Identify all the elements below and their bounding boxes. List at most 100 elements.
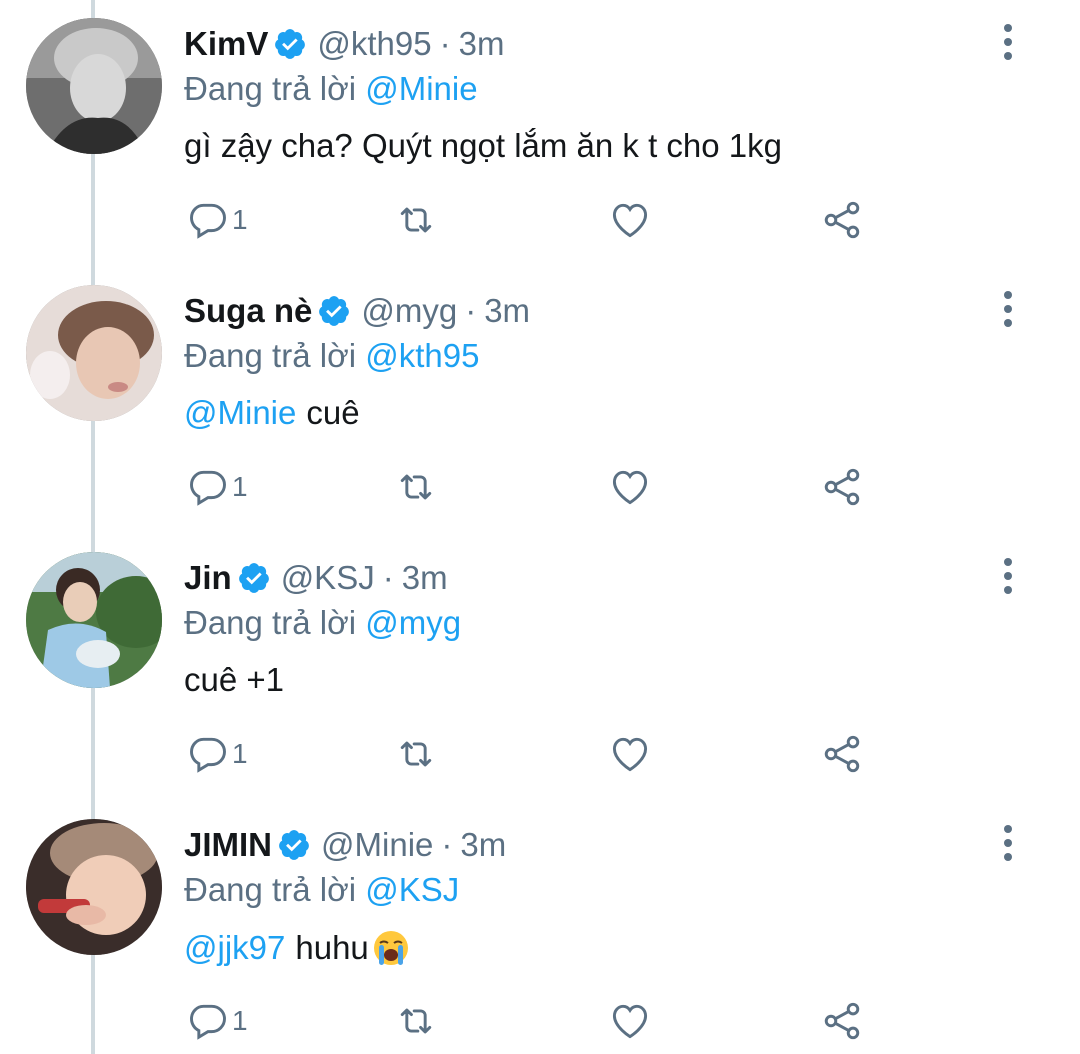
tweet-body-text: cuê +1: [184, 661, 284, 698]
like-button[interactable]: [608, 997, 652, 1045]
share-button[interactable]: [820, 997, 864, 1045]
separator-dot: ·: [441, 826, 453, 863]
replying-to-mention[interactable]: @myg: [365, 604, 461, 641]
replying-to: Đang trả lời @kth95: [184, 337, 479, 375]
reply-icon: [190, 470, 226, 506]
replying-to: Đang trả lời @myg: [184, 604, 461, 642]
replying-to-mention[interactable]: @KSJ: [365, 871, 459, 908]
like-button[interactable]: [608, 730, 652, 778]
share-button[interactable]: [820, 196, 864, 244]
reply-button[interactable]: 1: [186, 997, 248, 1045]
like-button[interactable]: [608, 196, 652, 244]
more-vertical-icon[interactable]: [990, 289, 1026, 329]
replying-to-label: Đang trả lời: [184, 337, 357, 374]
handle[interactable]: @Minie: [321, 826, 433, 864]
avatar[interactable]: [26, 819, 162, 955]
tweet-text: @jjk97 huhu: [184, 928, 411, 968]
reply-count: 1: [232, 738, 248, 769]
tweet-text: @Minie cuê: [184, 394, 360, 432]
reply-button[interactable]: 1: [186, 463, 248, 511]
replying-to-label: Đang trả lời: [184, 604, 357, 641]
retweet-button[interactable]: [394, 463, 438, 511]
retweet-button[interactable]: [394, 196, 438, 244]
replying-to-mention[interactable]: @kth95: [365, 337, 479, 374]
replying-to-mention[interactable]: @Minie: [365, 70, 477, 107]
retweet-icon: [400, 741, 432, 767]
retweet-icon: [400, 207, 432, 233]
retweet-icon: [400, 474, 432, 500]
tweet-header: Jin @KSJ · 3m: [184, 554, 448, 602]
tweet-body-text: huhu: [295, 929, 369, 966]
avatar[interactable]: [26, 285, 162, 421]
tweet-actions: 1: [184, 730, 884, 778]
timestamp[interactable]: 3m: [484, 292, 530, 330]
tweet-body-text: cuê: [306, 394, 360, 431]
reply-count: 1: [232, 1005, 248, 1036]
separator-dot: ·: [439, 25, 451, 62]
like-button[interactable]: [608, 463, 652, 511]
tweet-text: cuê +1: [184, 661, 284, 699]
avatar[interactable]: [26, 18, 162, 154]
heart-icon: [612, 1004, 648, 1039]
verified-badge-icon: [279, 830, 309, 860]
heart-icon: [612, 737, 648, 772]
verified-badge-icon: [275, 29, 306, 59]
tweet-header: KimV @kth95 · 3m: [184, 20, 504, 68]
display-name[interactable]: KimV: [184, 25, 268, 63]
display-name[interactable]: JIMIN: [184, 826, 272, 864]
reply-icon: [190, 203, 226, 239]
tweet-actions: 1: [184, 196, 884, 244]
share-button[interactable]: [820, 463, 864, 511]
heart-icon: [612, 203, 648, 238]
tweet-text: gì zậy cha? Quýt ngọt lắm ăn k t cho 1kg: [184, 127, 782, 165]
verified-badge-icon: [319, 296, 350, 326]
share-button[interactable]: [820, 730, 864, 778]
heart-icon: [612, 470, 648, 505]
body-mention[interactable]: @Minie: [184, 394, 296, 432]
reply-count: 1: [232, 471, 248, 502]
timestamp[interactable]: 3m: [460, 826, 506, 864]
handle[interactable]: @kth95: [317, 25, 431, 63]
replying-to-label: Đang trả lời: [184, 871, 357, 908]
separator-dot: ·: [465, 292, 477, 329]
tweet-header: Suga nè @myg · 3m: [184, 287, 530, 335]
replying-to: Đang trả lời @KSJ: [184, 871, 459, 909]
loudly-crying-face-icon: [373, 931, 408, 965]
tweet[interactable]: JIMIN @Minie · 3m Đang trả lời @KSJ @jjk…: [0, 801, 1080, 1054]
display-name[interactable]: Suga nè: [184, 292, 312, 330]
reply-icon: [190, 1004, 226, 1040]
reply-thread: KimV @kth95 · 3m Đang trả lời @Minie gì …: [0, 0, 1080, 1054]
reply-count: 1: [232, 204, 248, 235]
reply-button[interactable]: 1: [186, 196, 248, 244]
retweet-button[interactable]: [394, 730, 438, 778]
separator-dot: ·: [382, 559, 394, 596]
share-icon: [824, 735, 860, 773]
reply-button[interactable]: 1: [186, 730, 248, 778]
more-vertical-icon[interactable]: [990, 22, 1026, 62]
share-icon: [824, 201, 860, 239]
tweet-header: JIMIN @Minie · 3m: [184, 821, 506, 869]
share-icon: [824, 1002, 860, 1040]
retweet-icon: [400, 1008, 432, 1034]
more-vertical-icon[interactable]: [990, 823, 1026, 863]
verified-badge-icon: [238, 563, 269, 593]
tweet-actions: 1: [184, 997, 884, 1045]
replying-to: Đang trả lời @Minie: [184, 70, 478, 108]
replying-to-label: Đang trả lời: [184, 70, 357, 107]
tweet[interactable]: Suga nè @myg · 3m Đang trả lời @kth95 @M…: [0, 267, 1080, 534]
avatar[interactable]: [26, 552, 162, 688]
tweet[interactable]: Jin @KSJ · 3m Đang trả lời @myg cuê +1 1: [0, 534, 1080, 801]
reply-icon: [190, 737, 226, 773]
tweet-actions: 1: [184, 463, 884, 511]
timestamp[interactable]: 3m: [459, 25, 505, 63]
handle[interactable]: @myg: [361, 292, 457, 330]
timestamp[interactable]: 3m: [402, 559, 448, 597]
more-vertical-icon[interactable]: [990, 556, 1026, 596]
body-mention[interactable]: @jjk97: [184, 929, 285, 967]
handle[interactable]: @KSJ: [281, 559, 375, 597]
tweet[interactable]: KimV @kth95 · 3m Đang trả lời @Minie gì …: [0, 0, 1080, 267]
display-name[interactable]: Jin: [184, 559, 232, 597]
retweet-button[interactable]: [394, 997, 438, 1045]
tweet-body-text: gì zậy cha? Quýt ngọt lắm ăn k t cho 1kg: [184, 127, 782, 164]
share-icon: [824, 468, 860, 506]
